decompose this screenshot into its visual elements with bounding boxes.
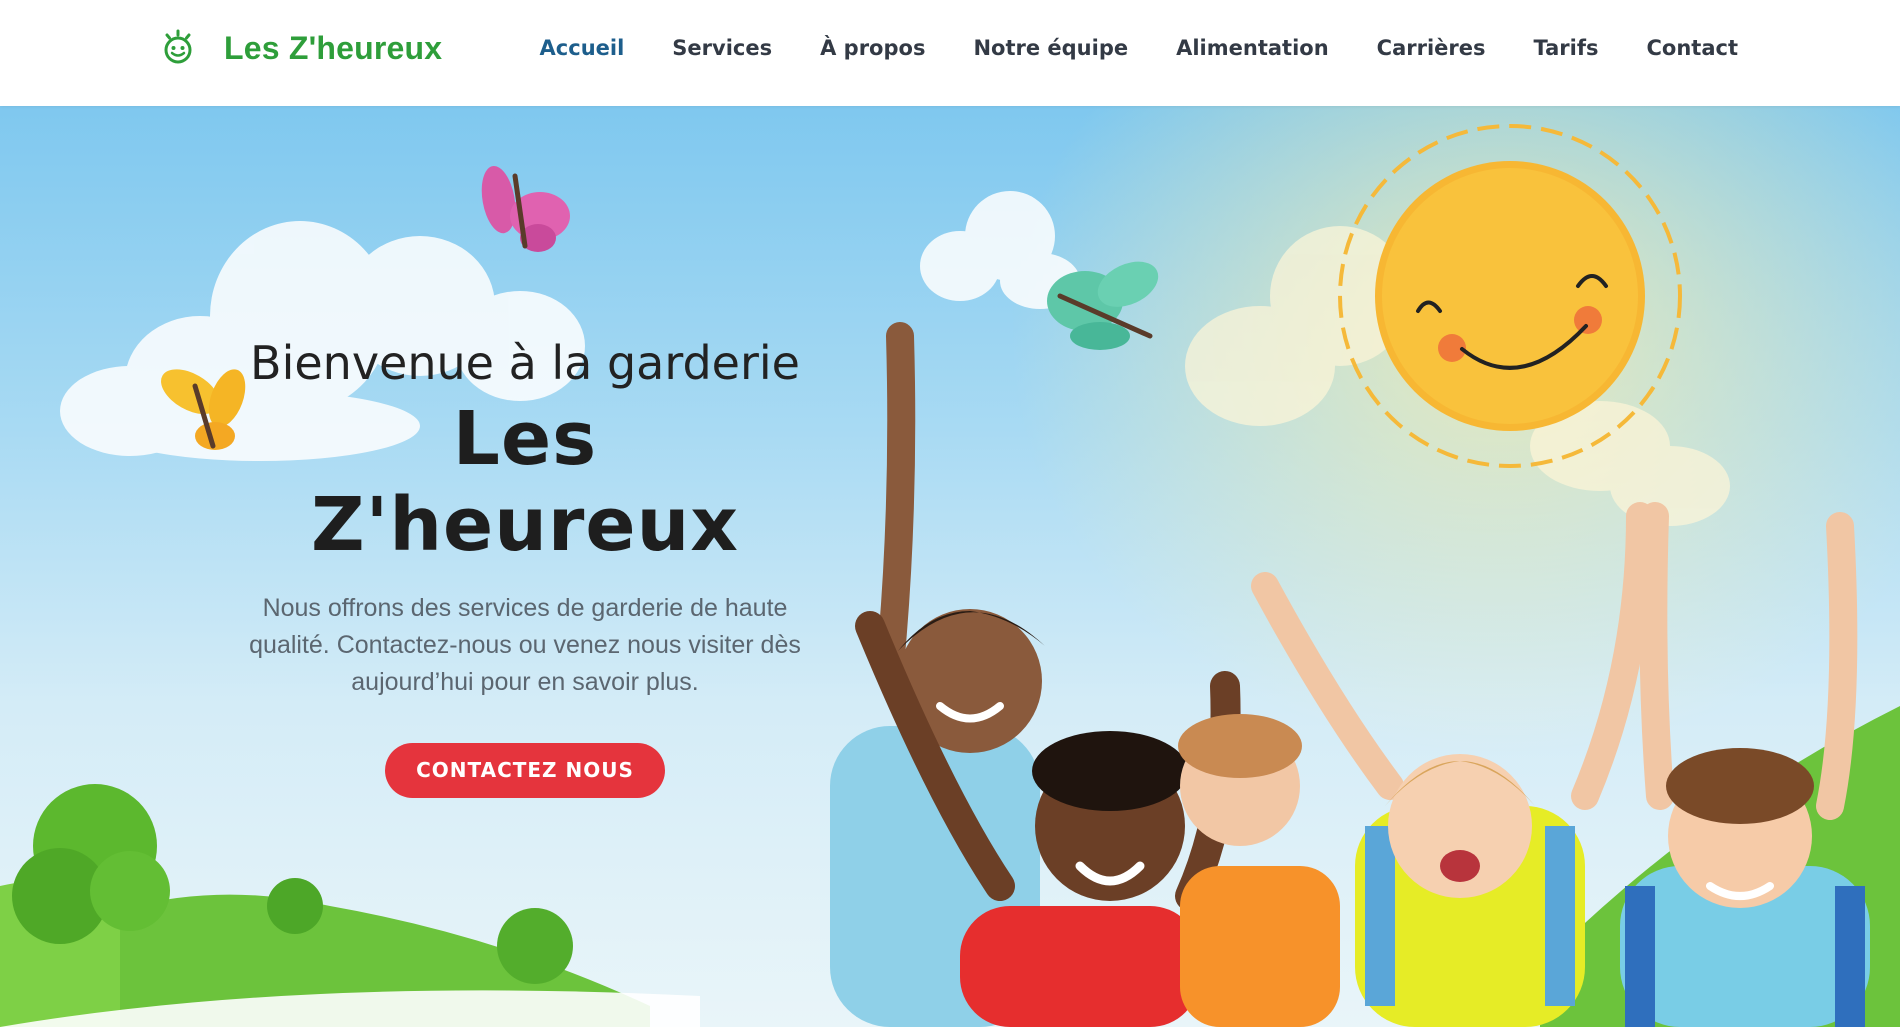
contact-us-button[interactable]: CONTACTEZ NOUS	[385, 743, 665, 798]
nav-item-contact[interactable]: Contact	[1647, 36, 1739, 60]
smiley-sun-icon	[164, 29, 192, 64]
hero-section: Bienvenue à la garderie Les Z'heureux No…	[0, 106, 1900, 1027]
nav-item-a-propos[interactable]: À propos	[820, 36, 925, 60]
nav-item-accueil[interactable]: Accueil	[540, 36, 625, 60]
hero-title-line2: Les Z'heureux	[311, 396, 739, 568]
hero-title-line1: Bienvenue à la garderie	[250, 336, 800, 390]
children-photo-icon	[830, 322, 1870, 1027]
nav-item-services[interactable]: Services	[672, 36, 772, 60]
brand-logo[interactable]: Les Z'heureux	[158, 28, 442, 68]
hero-description: Nous offrons des services de garderie de…	[249, 594, 801, 696]
nav-item-tarifs[interactable]: Tarifs	[1534, 36, 1599, 60]
butterfly-pink-icon	[481, 166, 570, 252]
nav-item-carrieres[interactable]: Carrières	[1377, 36, 1486, 60]
smiling-sun-icon	[1338, 124, 1682, 468]
main-nav: Accueil Services À propos Notre équipe A…	[492, 36, 1738, 60]
nav-item-alimentation[interactable]: Alimentation	[1176, 36, 1329, 60]
nav-item-notre-equipe[interactable]: Notre équipe	[973, 36, 1128, 60]
brand-name: Les Z'heureux	[224, 29, 443, 66]
site-header: Les Z'heureux Accueil Services À propos …	[0, 0, 1900, 106]
hero-text-block: Bienvenue à la garderie Les Z'heureux No…	[230, 336, 820, 798]
